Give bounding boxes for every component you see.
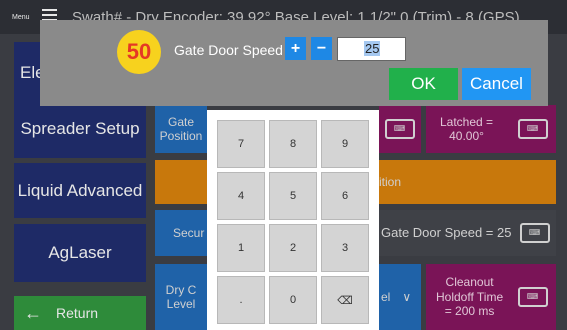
tile-security-label: Secur bbox=[173, 225, 205, 240]
tile-orange-label: ition bbox=[379, 174, 402, 189]
key-1[interactable]: 1 bbox=[217, 224, 265, 272]
nav-item-label: Spreader Setup bbox=[20, 119, 140, 138]
tile-orange-position[interactable]: ition bbox=[379, 160, 556, 204]
backspace-key-icon[interactable]: ⌫ bbox=[321, 276, 369, 324]
tile-dry-control[interactable]: Dry C Level bbox=[155, 264, 207, 330]
tile-gate-position[interactable]: Gate Position bbox=[155, 105, 207, 153]
nav-item-spreader-setup[interactable]: Spreader Setup bbox=[14, 100, 146, 158]
tile-gate-door-speed-label: Gate Door Speed = 25 bbox=[381, 225, 512, 241]
tile-mag-keyboard[interactable]: ⌨ bbox=[379, 105, 421, 153]
nav-item-label: AgLaser bbox=[48, 243, 112, 262]
value-input[interactable]: 25 bbox=[337, 37, 406, 61]
chevron-down-icon: ∨ bbox=[402, 289, 412, 304]
nav-item-liquid-advanced[interactable]: Liquid Advanced bbox=[14, 163, 146, 218]
decrement-button[interactable]: − bbox=[311, 37, 332, 60]
cancel-button[interactable]: Cancel bbox=[462, 68, 531, 100]
tile-cleanout-label: Cleanout Holdoff Time = 200 ms bbox=[436, 275, 504, 319]
tile-latched[interactable]: Latched = 40.00° ⌨ bbox=[426, 105, 556, 153]
key-0[interactable]: 0 bbox=[269, 276, 317, 324]
numeric-keypad: 7 8 9 4 5 6 1 2 3 . 0 ⌫ bbox=[207, 110, 379, 330]
tile-gate-door-speed[interactable]: Gate Door Speed = 25 ⌨ bbox=[379, 210, 556, 256]
key-8[interactable]: 8 bbox=[269, 120, 317, 168]
nav-item-label: Liquid Advanced bbox=[17, 180, 143, 200]
tile-level-label: el bbox=[381, 289, 391, 304]
return-label: Return bbox=[56, 305, 99, 321]
keyboard-icon[interactable]: ⌨ bbox=[518, 287, 548, 307]
tile-level-dropdown[interactable]: el ∨ bbox=[379, 264, 421, 330]
tile-gate-position-label: Gate Position bbox=[159, 114, 203, 143]
dialog-title: Gate Door Speed bbox=[174, 42, 283, 58]
keyboard-icon[interactable]: ⌨ bbox=[385, 119, 415, 139]
keyboard-icon[interactable]: ⌨ bbox=[520, 223, 550, 243]
tile-latched-label: Latched = 40.00° bbox=[440, 114, 494, 143]
tile-dry-control-label: Dry C Level bbox=[165, 282, 197, 311]
badge-50: 50 bbox=[117, 30, 161, 74]
tile-cleanout-holdoff[interactable]: Cleanout Holdoff Time = 200 ms ⌨ bbox=[426, 264, 556, 330]
nav-item-aglaser[interactable]: AgLaser bbox=[14, 224, 146, 282]
key-3[interactable]: 3 bbox=[321, 224, 369, 272]
key-7[interactable]: 7 bbox=[217, 120, 265, 168]
key-2[interactable]: 2 bbox=[269, 224, 317, 272]
tile-security[interactable]: Secur bbox=[155, 210, 207, 256]
ok-button[interactable]: OK bbox=[389, 68, 458, 100]
tile-orange-left[interactable] bbox=[155, 160, 207, 204]
return-button[interactable]: ← Return bbox=[14, 296, 146, 330]
increment-button[interactable]: + bbox=[285, 37, 306, 60]
key-5[interactable]: 5 bbox=[269, 172, 317, 220]
value-text: 25 bbox=[364, 41, 381, 56]
menu-label[interactable]: Menu bbox=[12, 14, 30, 21]
key-4[interactable]: 4 bbox=[217, 172, 265, 220]
arrow-left-icon: ← bbox=[24, 302, 42, 323]
key-9[interactable]: 9 bbox=[321, 120, 369, 168]
keyboard-icon[interactable]: ⌨ bbox=[518, 119, 548, 139]
key-6[interactable]: 6 bbox=[321, 172, 369, 220]
key-decimal[interactable]: . bbox=[217, 276, 265, 324]
